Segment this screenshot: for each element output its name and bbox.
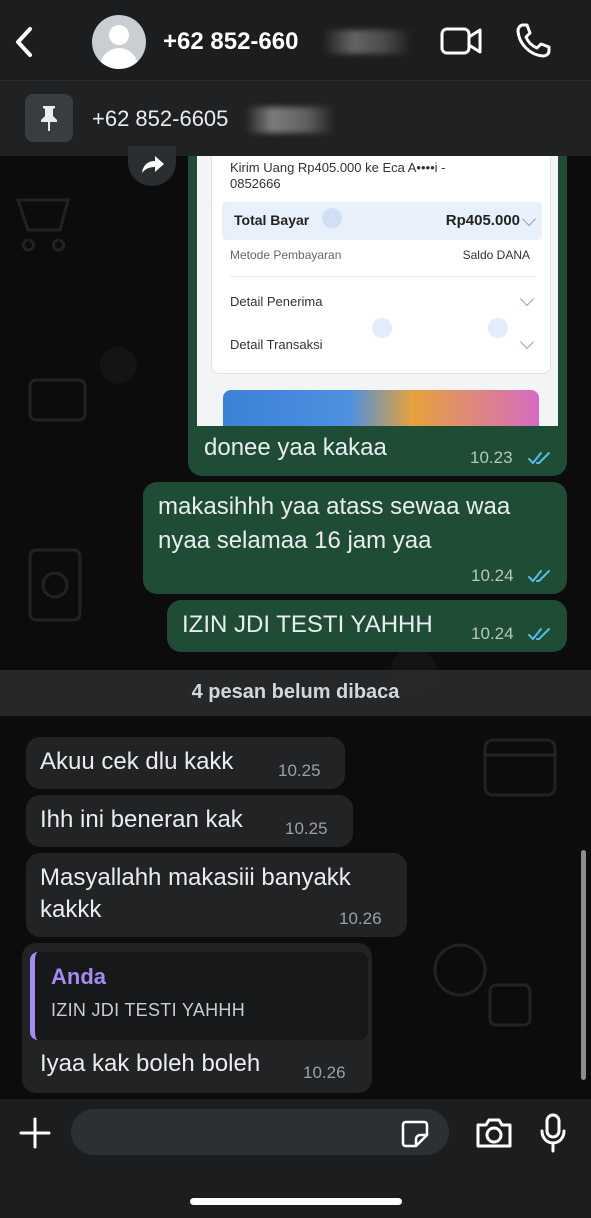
chevron-down-icon [521, 211, 537, 227]
message-input[interactable] [71, 1109, 449, 1155]
message-time: 10.26 [303, 1063, 346, 1082]
video-call-icon[interactable] [440, 24, 482, 58]
watermark-dot [488, 318, 508, 338]
chevron-down-icon [519, 291, 535, 307]
unread-count-text: 4 pesan belum dibaca [191, 681, 400, 703]
chevron-down-icon [519, 334, 535, 350]
pinned-message-bar[interactable]: +62 852-6605 [0, 80, 591, 156]
avatar-body [100, 48, 138, 69]
forward-icon [142, 156, 164, 173]
message-time: 10.24 [471, 624, 514, 643]
wallpaper-doodle [433, 943, 532, 1027]
message-text-line: nyaa selamaa 16 jam yaa [158, 527, 432, 554]
outgoing-image-message[interactable]: Kirim Uang Rp405.000 ke Eca A••••i - 085… [188, 156, 567, 476]
read-ticks-icon [528, 452, 550, 465]
detail-transaction-label: Detail Transaksi [230, 337, 323, 352]
incoming-message[interactable]: Masyallahh makasiii banyakk kakkk 10.26 [26, 853, 407, 937]
detail-recipient-label: Detail Penerima [230, 294, 323, 309]
read-ticks-icon [528, 570, 550, 583]
camera-icon[interactable] [474, 1116, 514, 1150]
quoted-sender: Anda [51, 964, 106, 989]
wallpaper-doodle [15, 198, 70, 252]
sticker-icon[interactable] [400, 1119, 430, 1149]
unread-messages-banner: 4 pesan belum dibaca [0, 670, 591, 716]
wallpaper-doodle [483, 738, 557, 797]
quoted-message[interactable]: Anda IZIN JDI TESTI YAHHH [30, 952, 368, 1040]
message-time: 10.24 [471, 566, 514, 585]
receipt-screenshot[interactable]: Kirim Uang Rp405.000 ke Eca A••••i - 085… [197, 156, 558, 426]
total-label: Total Bayar [234, 212, 310, 228]
message-time: 10.25 [285, 819, 328, 838]
microphone-icon[interactable] [539, 1113, 567, 1153]
wallpaper-doodle [28, 548, 82, 622]
message-text: Iyaa kak boleh boleh [40, 1050, 261, 1077]
message-text-line: kakkk [40, 896, 102, 923]
wallpaper-doodle [28, 378, 87, 422]
incoming-message[interactable]: Ihh ini beneran kak 10.25 [26, 795, 353, 847]
receipt-phone: 0852666 [230, 176, 281, 191]
plus-icon[interactable] [18, 1116, 52, 1150]
message-text: donee yaa kakaa [204, 434, 387, 461]
promo-banner [223, 390, 539, 426]
outgoing-message[interactable]: IZIN JDI TESTI YAHHH 10.24 [167, 600, 567, 652]
avatar-head [109, 25, 129, 45]
chat-header: +62 852-660 [0, 0, 591, 80]
quoted-text: IZIN JDI TESTI YAHHH [51, 1000, 246, 1020]
total-value: Rp405.000 [445, 212, 520, 229]
watermark-dot [372, 318, 392, 338]
outgoing-message[interactable]: makasihhh yaa atass sewaa waa nyaa selam… [143, 482, 567, 594]
watermark-dot [322, 208, 342, 228]
message-input-bar [0, 1099, 591, 1218]
back-icon[interactable] [10, 24, 38, 60]
message-text-line: Masyallahh makasiii banyakk [40, 864, 351, 891]
scrollbar[interactable] [581, 850, 586, 1080]
receipt-description: Kirim Uang Rp405.000 ke Eca A••••i - [230, 160, 446, 175]
pin-icon [41, 106, 57, 131]
payment-method-label: Metode Pembayaran [230, 248, 342, 262]
voice-call-icon[interactable] [514, 22, 552, 60]
receipt-card: Kirim Uang Rp405.000 ke Eca A••••i - 085… [211, 156, 551, 374]
message-text: Ihh ini beneran kak [40, 806, 243, 833]
redacted-blur [322, 30, 412, 54]
message-text-line: makasihhh yaa atass sewaa waa [158, 493, 511, 520]
avatar[interactable] [92, 15, 146, 69]
message-text: IZIN JDI TESTI YAHHH [182, 611, 433, 638]
pinned-text: +62 852-6605 [92, 106, 229, 131]
incoming-message[interactable]: Akuu cek dlu kakk 10.25 [26, 737, 345, 789]
message-text: Akuu cek dlu kakk [40, 748, 234, 775]
payment-method-value: Saldo DANA [462, 248, 530, 262]
message-time: 10.25 [278, 761, 321, 780]
pin-badge [25, 94, 73, 142]
message-time: 10.26 [339, 909, 382, 928]
read-ticks-icon [528, 628, 550, 641]
total-row: Total Bayar Rp405.000 [222, 202, 542, 240]
redacted-blur [245, 107, 335, 133]
home-indicator [190, 1198, 402, 1205]
message-time: 10.23 [470, 448, 513, 467]
divider [230, 276, 536, 277]
